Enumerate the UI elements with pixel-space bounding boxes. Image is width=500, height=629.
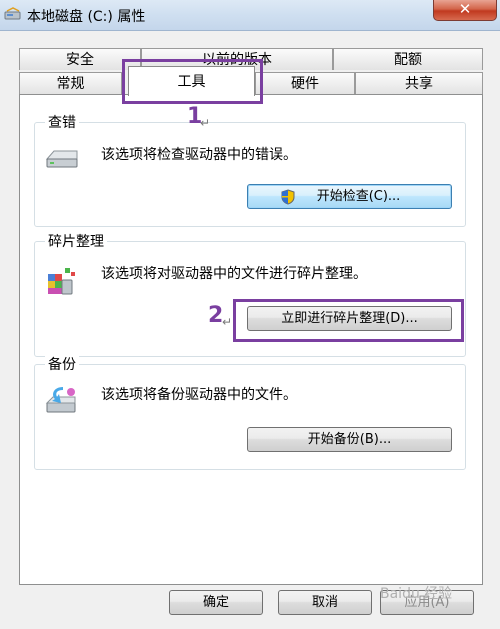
group-label: 查错 — [45, 112, 79, 132]
step1-highlight-box — [122, 59, 263, 104]
tab-label: 共享 — [405, 76, 433, 92]
watermark: Baidu 经验 — [380, 586, 453, 602]
paragraph-mark-icon: ↵ — [222, 315, 233, 329]
button-label: 取消 — [311, 595, 338, 610]
paragraph-mark-icon: ↵ — [200, 116, 211, 130]
group-label: 备份 — [45, 354, 79, 374]
tab-label: 硬件 — [291, 76, 319, 92]
tab-label: 常规 — [56, 76, 85, 92]
close-button[interactable]: ✕ — [433, 0, 497, 21]
backup-icon — [45, 387, 76, 413]
button-label: 确定 — [202, 595, 229, 610]
tab-label: 安全 — [66, 52, 94, 68]
start-check-button[interactable]: 开始检查(C)... — [247, 184, 452, 209]
group-label: 碎片整理 — [45, 231, 107, 251]
tab-general[interactable]: 常规 — [19, 72, 122, 94]
backup-group: 备份 该选项将备份驱动器中的文件。 开始备份(B)... — [34, 354, 466, 470]
tab-sharing[interactable]: 共享 — [355, 72, 483, 94]
title-bar[interactable]: 本地磁盘 (C:) 属性 ✕ — [0, 0, 500, 31]
drive-icon — [45, 150, 78, 168]
tab-hardware[interactable]: 硬件 — [255, 72, 355, 94]
description-text: 该选项将检查驱动器中的错误。 — [101, 147, 297, 163]
button-label: 开始备份(B)... — [307, 432, 392, 447]
step2-highlight-box — [233, 299, 464, 342]
button-label: 开始检查(C)... — [316, 189, 401, 204]
tab-label: 配额 — [394, 52, 422, 68]
description-text: 该选项将备份驱动器中的文件。 — [101, 387, 297, 403]
close-icon: ✕ — [458, 0, 472, 18]
description-text: 该选项将对驱动器中的文件进行碎片整理。 — [101, 266, 367, 282]
start-backup-button[interactable]: 开始备份(B)... — [247, 427, 452, 452]
tab-quota[interactable]: 配额 — [333, 48, 483, 70]
uac-shield-icon — [281, 189, 295, 205]
window-title: 本地磁盘 (C:) 属性 — [27, 9, 146, 25]
ok-button[interactable]: 确定 — [169, 590, 263, 615]
cancel-button[interactable]: 取消 — [278, 590, 372, 615]
defrag-icon — [48, 268, 75, 295]
error-check-group: 查错 该选项将检查驱动器中的错误。 开始检查(C)... — [34, 112, 466, 227]
drive-properties-icon — [4, 7, 21, 20]
